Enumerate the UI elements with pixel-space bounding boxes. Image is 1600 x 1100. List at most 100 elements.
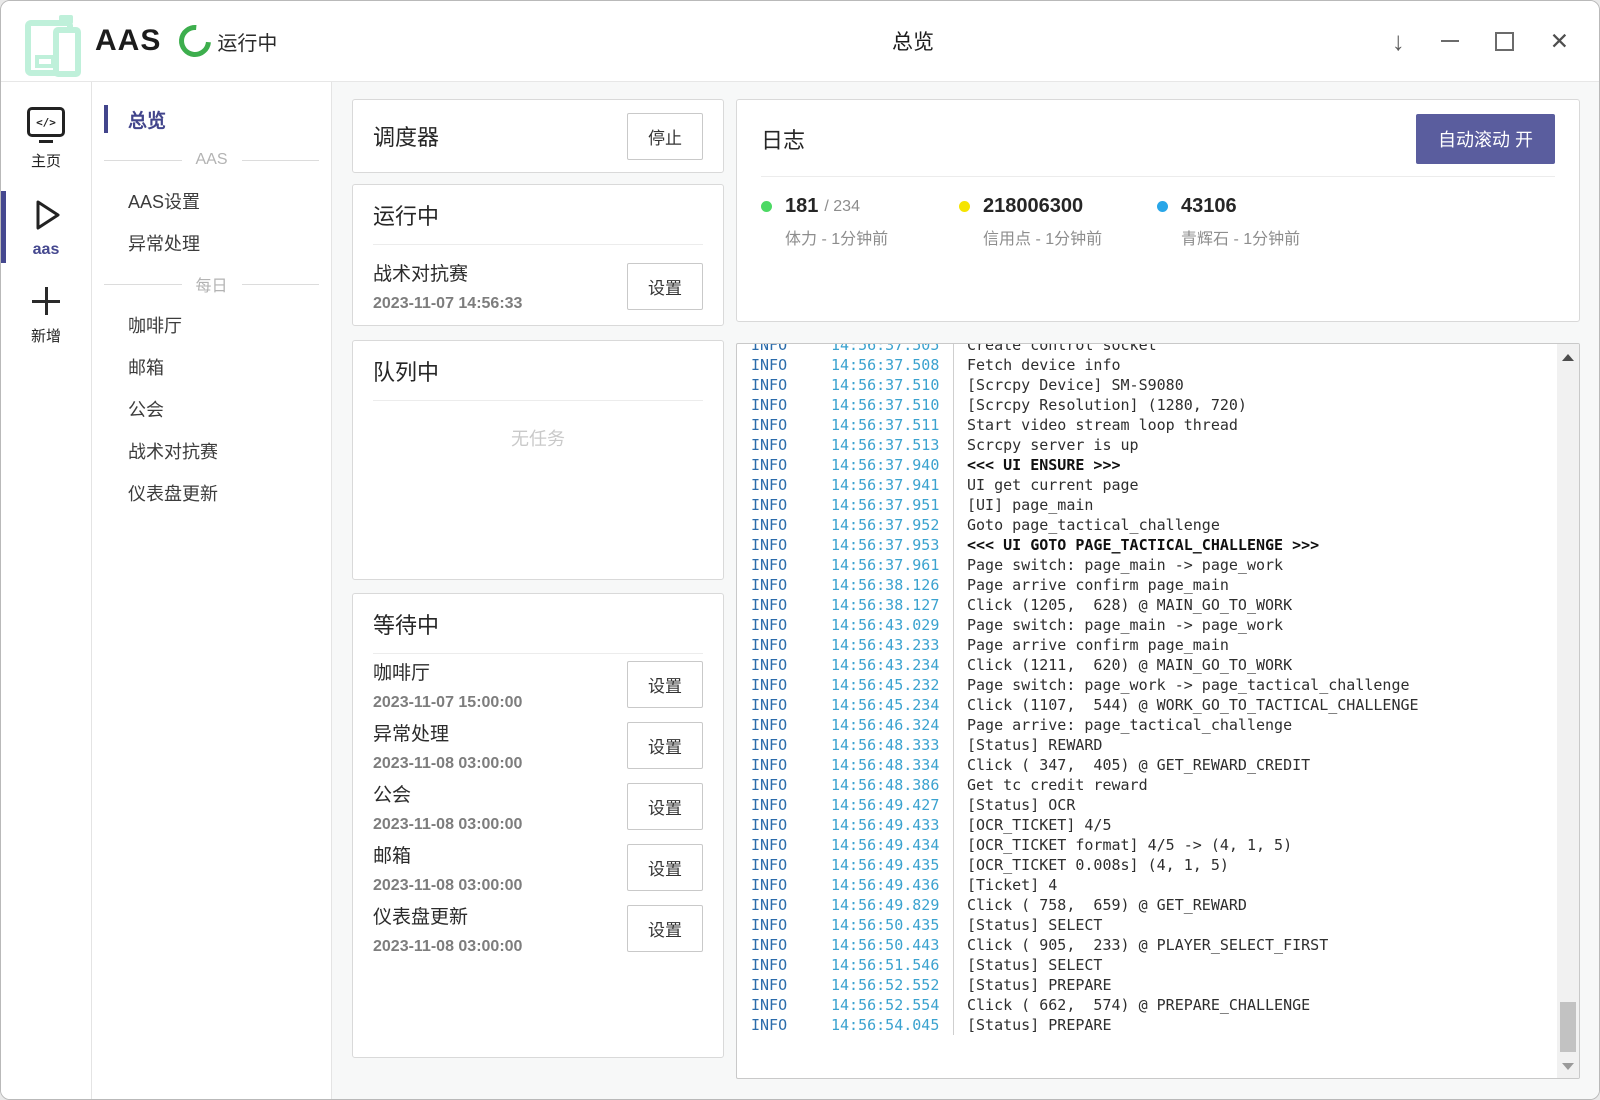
log-level: INFO: [751, 355, 831, 375]
log-line: INFO 14:56:37.953 <<< UI GOTO PAGE_TACTI…: [751, 535, 1557, 555]
waiting-task-settings-button[interactable]: 设置: [627, 722, 703, 769]
log-message: Click (1107, 544) @ WORK_GO_TO_TACTICAL_…: [953, 695, 1557, 715]
log-message: UI get current page: [953, 475, 1557, 495]
log-title: 日志: [761, 123, 805, 155]
log-line: INFO 14:56:37.508 Fetch device info: [751, 355, 1557, 375]
waiting-task-settings-button[interactable]: 设置: [627, 905, 703, 952]
waiting-task-name: 咖啡厅: [373, 658, 522, 685]
waiting-task-row: 公会 2023-11-08 03:00:00 设置: [373, 776, 703, 837]
waiting-task-settings-button[interactable]: 设置: [627, 844, 703, 891]
log-timestamp: 14:56:38.127: [831, 595, 953, 615]
close-icon[interactable]: ✕: [1550, 30, 1569, 53]
log-message: Page arrive confirm page_main: [953, 575, 1557, 595]
log-level: INFO: [751, 975, 831, 995]
log-message: [UI] page_main: [953, 495, 1557, 515]
log-line: INFO 14:56:37.951 [UI] page_main: [751, 495, 1557, 515]
waiting-task-name: 公会: [373, 780, 522, 807]
sidebar-item[interactable]: 仪表盘更新: [92, 472, 331, 514]
log-message: [Status] SELECT: [953, 915, 1557, 935]
queue-card: 队列中 无任务: [352, 340, 724, 580]
log-line: INFO 14:56:49.433 [OCR_TICKET] 4/5: [751, 815, 1557, 835]
log-timestamp: 14:56:37.510: [831, 395, 953, 415]
log-message: Click ( 662, 574) @ PREPARE_CHALLENGE: [953, 995, 1557, 1015]
log-message: Page switch: page_main -> page_work: [953, 615, 1557, 635]
home-icon: [27, 107, 65, 137]
resource-stat: 218006300 信用点 - 1分钟前: [959, 195, 1157, 249]
log-line: INFO 14:56:37.505 Create control socket: [751, 344, 1557, 355]
log-level: INFO: [751, 435, 831, 455]
sidebar-item[interactable]: 战术对抗赛: [92, 430, 331, 472]
running-spinner-icon: [173, 18, 218, 63]
log-level: INFO: [751, 755, 831, 775]
waiting-task-settings-button[interactable]: 设置: [627, 783, 703, 830]
log-timestamp: 14:56:37.513: [831, 435, 953, 455]
log-timestamp: 14:56:37.511: [831, 415, 953, 435]
log-timestamp: 14:56:43.234: [831, 655, 953, 675]
rail-item-home[interactable]: 主页: [1, 94, 91, 183]
maximize-icon[interactable]: [1495, 32, 1514, 51]
divider-line: [104, 160, 182, 161]
log-timestamp: 14:56:49.436: [831, 875, 953, 895]
minimize-icon[interactable]: [1441, 40, 1459, 42]
sidebar-item[interactable]: AAS设置: [92, 180, 331, 222]
log-line: INFO 14:56:45.232 Page switch: page_work…: [751, 675, 1557, 695]
page-title: 总览: [892, 26, 934, 56]
log-timestamp: 14:56:37.508: [831, 355, 953, 375]
scrollbar-thumb[interactable]: [1560, 1002, 1576, 1052]
active-indicator: [1, 191, 6, 263]
sidebar-item[interactable]: 公会: [92, 388, 331, 430]
log-level: INFO: [751, 955, 831, 975]
resource-stats-row: 181 / 234 体力 - 1分钟前 218006300: [761, 177, 1555, 249]
log-message: [OCR_TICKET 0.008s] (4, 1, 5): [953, 855, 1557, 875]
log-timestamp: 14:56:37.961: [831, 555, 953, 575]
log-message: Click ( 347, 405) @ GET_REWARD_CREDIT: [953, 755, 1557, 775]
log-message: Click (1205, 628) @ MAIN_GO_TO_WORK: [953, 595, 1557, 615]
scroll-up-icon[interactable]: [1562, 354, 1574, 361]
running-card: 运行中 战术对抗赛 2023-11-07 14:56:33 设置: [352, 184, 724, 326]
sidebar-item-label: 战术对抗赛: [128, 438, 218, 464]
log-timestamp: 14:56:51.546: [831, 955, 953, 975]
log-column: 日志 自动滚动 开 181 / 234 体力: [736, 99, 1580, 1079]
log-timestamp: 14:56:49.434: [831, 835, 953, 855]
log-line: INFO 14:56:37.940 <<< UI ENSURE >>>: [751, 455, 1557, 475]
sidebar-item-label: 异常处理: [128, 230, 200, 256]
running-task-time: 2023-11-07 14:56:33: [373, 295, 522, 313]
sidebar-item[interactable]: 咖啡厅: [92, 304, 331, 346]
play-icon: [27, 196, 65, 234]
log-line: INFO 14:56:37.952 Goto page_tactical_cha…: [751, 515, 1557, 535]
running-task-name: 战术对抗赛: [373, 259, 522, 286]
log-message: Get tc credit reward: [953, 775, 1557, 795]
running-title: 运行中: [373, 199, 703, 245]
waiting-task-row: 邮箱 2023-11-08 03:00:00 设置: [373, 837, 703, 898]
log-level: INFO: [751, 655, 831, 675]
waiting-task-settings-button[interactable]: 设置: [627, 661, 703, 708]
waiting-task-time: 2023-11-08 03:00:00: [373, 938, 522, 956]
scroll-down-icon[interactable]: [1562, 1063, 1574, 1070]
rail-item-label: 主页: [31, 150, 61, 171]
log-panel: INFO 14:56:37.505 Create control socket …: [736, 343, 1580, 1079]
log-line: INFO 14:56:48.333 [Status] REWARD: [751, 735, 1557, 755]
log-line: INFO 14:56:38.126 Page arrive confirm pa…: [751, 575, 1557, 595]
log-level: INFO: [751, 775, 831, 795]
stat-label: 体力 - 1分钟前: [785, 225, 959, 249]
stop-button[interactable]: 停止: [627, 113, 703, 160]
log-line: INFO 14:56:37.941 UI get current page: [751, 475, 1557, 495]
sidebar-item[interactable]: 异常处理: [92, 222, 331, 264]
stat-label: 信用点 - 1分钟前: [983, 225, 1157, 249]
download-icon[interactable]: ↓: [1392, 28, 1405, 54]
log-timestamp: 14:56:45.234: [831, 695, 953, 715]
stat-label: 青辉石 - 1分钟前: [1181, 225, 1355, 249]
log-level: INFO: [751, 815, 831, 835]
log-level: INFO: [751, 695, 831, 715]
rail-item-aas[interactable]: aas: [1, 183, 91, 271]
log-line: INFO 14:56:49.434 [OCR_TICKET format] 4/…: [751, 835, 1557, 855]
running-task-settings-button[interactable]: 设置: [627, 263, 703, 310]
autoscroll-toggle-button[interactable]: 自动滚动 开: [1416, 114, 1555, 164]
log-level: INFO: [751, 715, 831, 735]
log-level: INFO: [751, 895, 831, 915]
rail-item-add[interactable]: 新增: [1, 271, 91, 358]
sidebar-item[interactable]: 邮箱: [92, 346, 331, 388]
log-scrollbar[interactable]: [1557, 344, 1579, 1078]
sidebar-item[interactable]: 总览: [92, 98, 331, 140]
log-timestamp: 14:56:37.510: [831, 375, 953, 395]
